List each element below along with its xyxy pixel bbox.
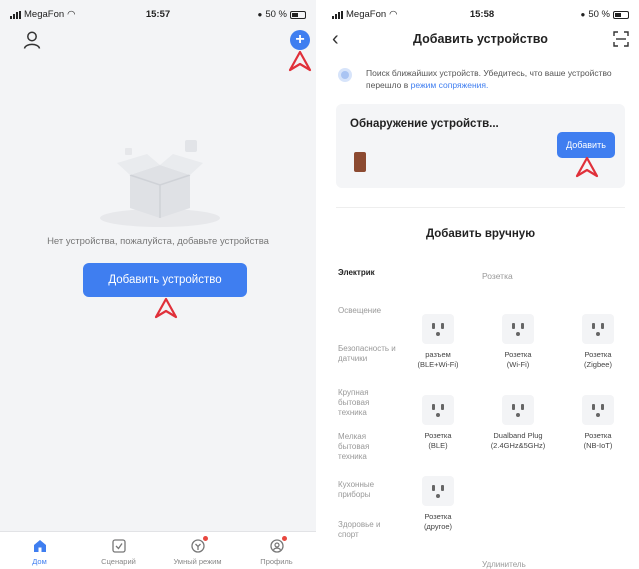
battery-icon xyxy=(613,10,629,19)
manual-add-title: Добавить вручную xyxy=(425,228,536,240)
category-item[interactable]: Здоровье и спорт xyxy=(338,520,396,540)
tab-smart[interactable]: Умный режим xyxy=(158,532,237,569)
device-protocol: (2.4GHz&5GHz) xyxy=(490,441,546,450)
device-option[interactable]: Розетка (другое) xyxy=(398,476,478,532)
carrier-name: MegaFon xyxy=(24,9,65,20)
tab-bar: Дом Сценарий Умный режим Профиль xyxy=(0,531,316,569)
tab-home[interactable]: Дом xyxy=(0,532,79,569)
nearby-search-info: Поиск ближайших устройств. Убедитесь, чт… xyxy=(338,64,625,94)
device-option[interactable]: Розетка (BLE) xyxy=(398,395,478,451)
status-time: 15:57 xyxy=(145,9,171,20)
category-item[interactable]: Освещение xyxy=(338,306,396,316)
add-top-button[interactable]: + xyxy=(290,30,310,50)
annotation-arrow-icon xyxy=(575,156,599,178)
section-divider xyxy=(336,207,625,208)
wifi-icon: ◠ xyxy=(389,9,398,20)
device-name: Розетка xyxy=(584,350,612,359)
category-item[interactable]: Безопасность и датчики xyxy=(338,344,396,364)
battery-percent: 50 % xyxy=(265,9,287,20)
discovery-title: Обнаружение устройств... xyxy=(350,118,499,130)
device-name: Розетка xyxy=(424,431,452,440)
page-title: Добавить устройство xyxy=(413,32,548,46)
pairing-mode-link[interactable]: режим сопряжения. xyxy=(411,80,489,90)
add-device-screen: MegaFon ◠ 15:58 ● 50 % ‹ Добавить устрой… xyxy=(322,0,639,569)
status-time: 15:58 xyxy=(469,9,495,20)
device-name: Розетка xyxy=(424,512,452,521)
status-bar: MegaFon ◠ 15:58 ● 50 % xyxy=(322,0,639,26)
discovery-add-button[interactable]: Добавить xyxy=(557,132,615,158)
socket-icon xyxy=(422,395,454,425)
socket-icon xyxy=(582,395,614,425)
notification-dot xyxy=(202,536,208,541)
searching-spinner-icon xyxy=(338,68,352,82)
nav-bar: ‹ Добавить устройство xyxy=(322,26,639,54)
tab-label: Сценарий xyxy=(101,557,136,566)
user-icon[interactable] xyxy=(22,30,42,50)
socket-icon xyxy=(422,476,454,506)
category-item[interactable]: Мелкая бытовая техника xyxy=(338,432,396,462)
category-item[interactable]: Кухонные приборы xyxy=(338,480,396,500)
device-protocol: (Wi-Fi) xyxy=(506,360,530,369)
status-bar: MegaFon ◠ 15:57 ● 50 % xyxy=(0,0,316,26)
search-hint-text: Поиск ближайших устройств. Убедитесь, чт… xyxy=(366,68,612,90)
device-protocol: (BLE) xyxy=(428,441,448,450)
tab-profile[interactable]: Профиль xyxy=(237,532,316,569)
empty-state-text: Нет устройства, пожалуйста, добавьте уст… xyxy=(47,236,269,247)
battery-info: ● 50 % xyxy=(580,9,629,20)
device-option[interactable]: Розетка (Wi-Fi) xyxy=(478,314,558,370)
device-name: разъем xyxy=(425,350,451,359)
device-name: Розетка xyxy=(584,431,612,440)
signal-icon xyxy=(332,10,343,19)
tab-scenario[interactable]: Сценарий xyxy=(79,532,158,569)
carrier-name: MegaFon xyxy=(346,9,387,20)
group-title: Розетка xyxy=(482,271,513,281)
tab-label: Умный режим xyxy=(173,557,222,566)
home-icon xyxy=(33,540,46,552)
annotation-arrow-icon xyxy=(154,297,178,319)
battery-percent: 50 % xyxy=(588,9,610,20)
device-protocol: (NB-IoT) xyxy=(583,441,613,450)
device-option[interactable]: Розетка (NB-IoT) xyxy=(558,395,638,451)
carrier-info: MegaFon ◠ xyxy=(10,9,75,20)
lock-rotation-icon: ● xyxy=(257,10,263,19)
discovered-device-icon xyxy=(354,152,366,172)
socket-icon xyxy=(422,314,454,344)
device-name: Dualband Plug xyxy=(493,431,543,440)
device-protocol: (Zigbee) xyxy=(584,360,612,369)
socket-icon xyxy=(502,314,534,344)
category-item[interactable]: Электрик xyxy=(338,268,396,278)
socket-icon xyxy=(502,395,534,425)
socket-icon xyxy=(582,314,614,344)
battery-icon xyxy=(290,10,306,19)
battery-info: ● 50 % xyxy=(257,9,306,20)
scenario-icon xyxy=(111,539,126,553)
carrier-info: MegaFon ◠ xyxy=(332,9,397,20)
device-name: Розетка xyxy=(504,350,532,359)
lock-rotation-icon: ● xyxy=(580,10,586,19)
tab-label: Дом xyxy=(32,557,47,566)
wifi-icon: ◠ xyxy=(67,9,76,20)
empty-box-icon xyxy=(100,140,220,227)
device-option[interactable]: Dualband Plug (2.4GHz&5GHz) xyxy=(478,395,558,451)
scan-icon[interactable] xyxy=(613,31,629,47)
annotation-arrow-icon xyxy=(288,50,312,72)
add-device-button[interactable]: Добавить устройство xyxy=(83,263,247,297)
device-option[interactable]: Розетка (Zigbee) xyxy=(558,314,638,370)
device-protocol: (BLE+Wi-Fi) xyxy=(417,360,459,369)
next-group-title: Удлинитель xyxy=(482,560,526,569)
signal-icon xyxy=(10,10,21,19)
device-protocol: (другое) xyxy=(423,522,453,531)
home-screen: MegaFon ◠ 15:57 ● 50 % + Нет устройства,… xyxy=(0,0,316,569)
device-option[interactable]: разъем (BLE+Wi-Fi) xyxy=(398,314,478,370)
tab-label: Профиль xyxy=(260,557,293,566)
notification-dot xyxy=(281,536,287,541)
category-item[interactable]: Крупная бытовая техника xyxy=(338,388,396,418)
